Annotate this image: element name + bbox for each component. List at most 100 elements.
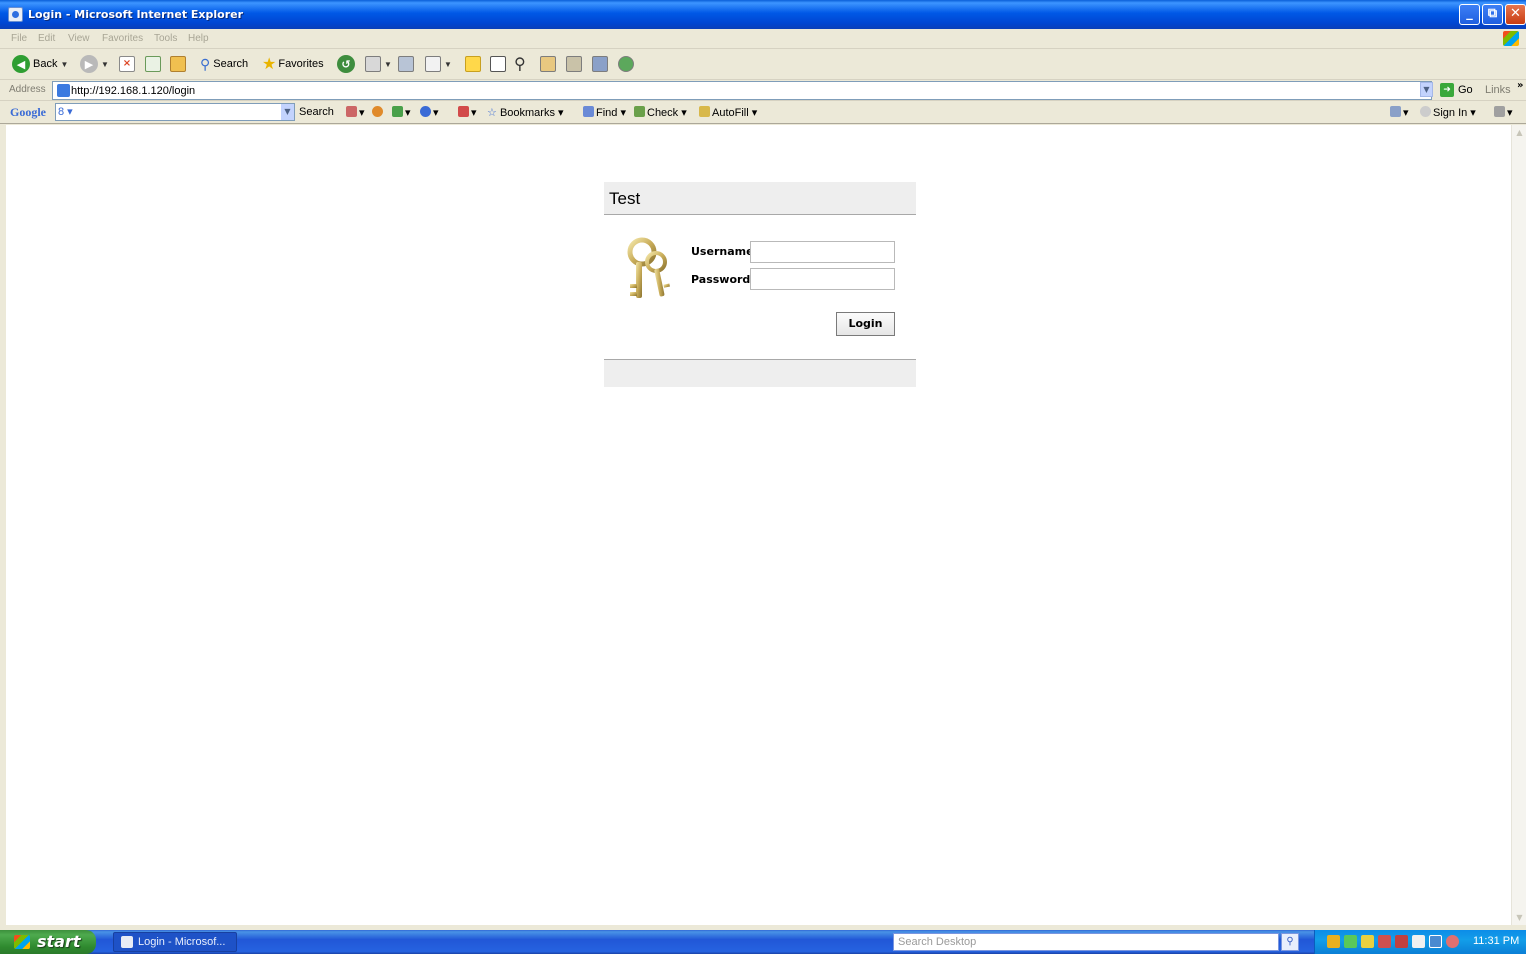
mail-icon — [365, 56, 381, 72]
menu-help[interactable]: Help — [188, 33, 209, 44]
vertical-scrollbar[interactable]: ▲ ▼ — [1511, 125, 1526, 925]
search-magnifier-icon: ⚲ — [200, 55, 211, 72]
search-button[interactable]: ⚲ Search — [200, 54, 248, 74]
tools-button[interactable] — [566, 54, 582, 74]
start-button[interactable]: start — [0, 930, 96, 954]
taskbar-ie-label: Login - Microsof... — [138, 936, 226, 948]
password-input[interactable] — [750, 268, 895, 290]
home-icon — [170, 56, 186, 72]
popup-icon — [458, 106, 469, 117]
favorites-label: Favorites — [278, 58, 324, 70]
discuss-button[interactable] — [465, 54, 481, 74]
home-button[interactable] — [170, 54, 186, 74]
google-search-label: Search — [299, 106, 334, 118]
google-search-field[interactable]: 8 ▾ ▼ — [55, 103, 295, 121]
mail-button[interactable]: ▼ — [365, 54, 392, 74]
spellcheck-icon — [634, 106, 645, 117]
stop-button[interactable]: × — [119, 54, 135, 74]
edit-dropdown-icon[interactable]: ▼ — [444, 60, 452, 69]
bookmarks-button[interactable]: ☆ Bookmarks ▾ — [487, 106, 564, 119]
google-ball-button[interactable]: ▾ — [420, 106, 439, 119]
menu-edit[interactable]: Edit — [38, 33, 55, 44]
google-plus-button[interactable]: ▾ — [392, 106, 411, 119]
refresh-icon — [145, 56, 161, 72]
sign-in-button[interactable]: Sign In ▾ — [1420, 106, 1476, 119]
google-search-button[interactable]: Search — [299, 106, 334, 118]
research-button[interactable] — [540, 54, 556, 74]
menu-file[interactable]: File — [11, 33, 27, 44]
favorites-button[interactable]: ★ Favorites — [262, 54, 324, 74]
go-arrow-icon[interactable]: ➜ — [1440, 83, 1454, 97]
username-input[interactable] — [750, 241, 895, 263]
tray-app-icon-6[interactable] — [1429, 935, 1442, 948]
taskbar-ie-button[interactable]: Login - Microsof... — [113, 932, 237, 952]
google-dropdown-icon[interactable]: ▼ — [281, 104, 294, 120]
login-button[interactable]: Login — [836, 312, 895, 336]
google-popup-button[interactable]: ▾ — [458, 106, 477, 119]
note-icon — [465, 56, 481, 72]
taskbar-clock[interactable]: 11:31 PM — [1473, 935, 1519, 947]
tray-app-icon-3[interactable] — [1378, 935, 1391, 948]
tray-app-icon-1[interactable] — [1327, 935, 1340, 948]
address-input[interactable] — [71, 83, 1401, 98]
menu-tools[interactable]: Tools — [154, 33, 177, 44]
menu-view[interactable]: View — [68, 33, 90, 44]
google-news-button[interactable]: ▾ — [346, 106, 365, 119]
signin-circle-icon — [1420, 106, 1431, 117]
chevron-right-icon[interactable]: » — [1517, 80, 1523, 91]
menu-favorites[interactable]: Favorites — [102, 33, 143, 44]
go-button[interactable]: Go — [1458, 84, 1473, 96]
google-logo[interactable]: Google — [10, 105, 46, 120]
print-button[interactable] — [398, 54, 414, 74]
zoom-button[interactable]: ⚲ — [514, 54, 526, 74]
back-dropdown-icon[interactable]: ▼ — [60, 60, 68, 69]
restore-button[interactable]: ⧉ — [1482, 4, 1503, 25]
autofill-icon — [699, 106, 710, 117]
back-button[interactable]: ◀ Back ▼ — [12, 54, 68, 74]
login-title: Test — [609, 189, 641, 208]
scroll-up-icon[interactable]: ▲ — [1513, 125, 1526, 140]
desktop-search-input[interactable]: Search Desktop — [893, 933, 1279, 951]
forward-button[interactable]: ▶ ▼ — [80, 54, 109, 74]
magnifier-icon: ⚲ — [514, 56, 526, 73]
google-spell-button[interactable] — [372, 106, 385, 119]
messenger-button[interactable] — [592, 54, 608, 74]
address-field[interactable] — [52, 81, 1432, 100]
network-button[interactable] — [490, 54, 506, 74]
ball-icon — [420, 106, 431, 117]
mail-dropdown-icon[interactable]: ▼ — [384, 60, 392, 69]
autofill-button[interactable]: AutoFill ▾ — [699, 106, 757, 119]
tray-messenger-icon[interactable] — [1446, 935, 1459, 948]
history-button[interactable]: ↺ — [337, 54, 355, 74]
edit-button[interactable]: ▼ — [425, 54, 452, 74]
links-button[interactable]: Links — [1485, 84, 1511, 96]
google-options-button[interactable]: ▾ — [1494, 106, 1513, 119]
bookmark-star-icon: ☆ — [487, 107, 497, 119]
desktop-search-icon[interactable]: ⚲ — [1281, 933, 1299, 951]
taskbar: start Login - Microsof... Search Desktop… — [0, 930, 1526, 954]
buddy-button[interactable] — [618, 54, 634, 74]
stop-icon: × — [119, 56, 135, 72]
tray-app-icon-5[interactable] — [1412, 935, 1425, 948]
tray-app-icon-4[interactable] — [1395, 935, 1408, 948]
start-label: start — [37, 932, 81, 951]
search-label: Search — [213, 58, 249, 70]
forward-dropdown-icon[interactable]: ▼ — [101, 60, 109, 69]
menu-bar: File Edit View Favorites Tools Help — [0, 29, 1526, 49]
minimize-button[interactable]: _ — [1459, 4, 1480, 25]
login-footer — [604, 359, 916, 387]
check-button[interactable]: Check ▾ — [634, 106, 687, 119]
close-button[interactable]: ✕ — [1505, 4, 1526, 25]
find-icon — [583, 106, 594, 117]
tray-network-icon[interactable] — [1344, 935, 1357, 948]
google-settings-button[interactable]: ▾ — [1390, 106, 1409, 119]
scroll-down-icon[interactable]: ▼ — [1513, 910, 1526, 925]
find-button[interactable]: Find ▾ — [583, 106, 626, 119]
refresh-button[interactable] — [145, 54, 161, 74]
login-panel: Test Username: Password: Login — [604, 182, 916, 388]
wrench-icon — [1390, 106, 1401, 117]
window-title: Login - Microsoft Internet Explorer — [28, 8, 244, 21]
address-dropdown-icon[interactable]: ▼ — [1420, 82, 1433, 97]
tray-app-icon-2[interactable] — [1361, 935, 1374, 948]
ie-app-icon[interactable] — [8, 7, 23, 22]
